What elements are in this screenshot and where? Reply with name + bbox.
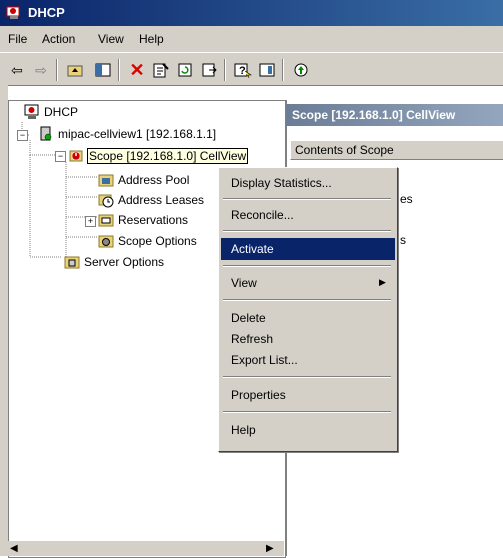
menu-separator <box>223 230 391 232</box>
toolbar-separator <box>282 59 284 81</box>
menu-help[interactable]: Help <box>139 32 164 46</box>
scope-options-icon <box>98 233 114 249</box>
tree-label: Address Pool <box>118 173 190 187</box>
collapse-icon[interactable]: − <box>55 151 66 162</box>
svg-text:?: ? <box>239 65 246 77</box>
list-item[interactable]: es <box>400 192 413 206</box>
title-bar: DHCP <box>0 0 503 26</box>
scroll-left-icon[interactable]: ◀ <box>10 543 18 554</box>
toolbar: ⇦ ⇨ ✕ ? <box>0 52 503 86</box>
menu-item-refresh[interactable]: Refresh <box>221 328 395 350</box>
refresh-icon[interactable] <box>174 60 196 80</box>
column-header[interactable]: Contents of Scope <box>290 140 503 160</box>
menu-item-help[interactable]: Help <box>221 419 395 441</box>
dhcp-icon <box>24 104 40 120</box>
tree-item-address-pool[interactable]: Address Pool <box>98 172 189 188</box>
tree-item-scope-options[interactable]: Scope Options <box>98 233 197 249</box>
tree-item-reservations[interactable]: Reservations <box>98 212 188 228</box>
submenu-arrow-icon: ▶ <box>379 277 386 287</box>
menu-separator <box>223 265 391 267</box>
menu-item-display-statistics[interactable]: Display Statistics... <box>221 172 395 194</box>
tree-label: Scope Options <box>118 234 197 248</box>
list-item[interactable]: s <box>400 233 406 247</box>
address-leases-icon <box>98 192 114 208</box>
menu-separator <box>223 376 391 378</box>
expand-icon[interactable]: + <box>85 216 96 227</box>
tree-label: Scope [192.168.1.0] CellView <box>86 148 249 164</box>
export-icon[interactable] <box>198 60 220 80</box>
tree-label: mipac-cellview1 [192.168.1.1] <box>58 127 217 141</box>
activate-icon[interactable] <box>290 60 312 80</box>
tree-horizontal-scrollbar[interactable]: ◀ ▶ <box>8 541 284 556</box>
reservations-icon <box>98 212 114 228</box>
server-options-icon <box>64 254 80 270</box>
tree-label: Reservations <box>118 213 189 227</box>
details-header-title: Scope [192.168.1.0] CellView <box>292 108 456 122</box>
tree-item-address-leases[interactable]: Address Leases <box>98 192 204 208</box>
menu-item-delete[interactable]: Delete <box>221 307 395 329</box>
menu-item-activate[interactable]: Activate <box>221 238 395 260</box>
console-icon[interactable] <box>256 60 278 80</box>
delete-icon[interactable]: ✕ <box>126 60 148 80</box>
tree-item-scope[interactable]: Scope [192.168.1.0] CellView <box>68 148 249 164</box>
collapse-icon[interactable]: − <box>17 130 28 141</box>
menu-item-properties[interactable]: Properties <box>221 384 395 406</box>
forward-icon[interactable]: ⇨ <box>30 60 52 80</box>
details-header: Scope [192.168.1.0] CellView <box>286 104 503 126</box>
toolbar-separator <box>224 59 226 81</box>
menu-file[interactable]: File <box>8 32 27 46</box>
menu-view[interactable]: View <box>98 32 124 46</box>
scroll-right-icon[interactable]: ▶ <box>266 543 274 554</box>
window-edge <box>0 84 8 556</box>
show-hide-tree-icon[interactable] <box>92 60 114 80</box>
up-icon[interactable] <box>64 60 86 80</box>
server-icon <box>38 126 54 142</box>
menu-separator <box>223 299 391 301</box>
toolbar-separator <box>118 59 120 81</box>
tree-label: DHCP <box>44 105 79 119</box>
toolbar-separator <box>56 59 58 81</box>
properties-icon[interactable] <box>150 60 172 80</box>
column-header-label: Contents of Scope <box>295 143 394 157</box>
back-icon[interactable]: ⇦ <box>6 60 28 80</box>
tree-label: Address Leases <box>118 193 205 207</box>
menu-item-reconcile[interactable]: Reconcile... <box>221 204 395 226</box>
dhcp-app-icon <box>6 4 22 20</box>
menu-item-view[interactable]: View ▶ <box>221 272 395 294</box>
help-icon[interactable]: ? <box>232 60 254 80</box>
tree-label: Server Options <box>84 255 165 269</box>
tree-item-server[interactable]: mipac-cellview1 [192.168.1.1] <box>38 126 216 142</box>
menu-bar: File Action View Help <box>0 26 503 52</box>
menu-item-export-list[interactable]: Export List... <box>221 349 395 371</box>
tree-item-server-options[interactable]: Server Options <box>64 254 164 270</box>
menu-separator <box>223 411 391 413</box>
menu-separator <box>223 198 391 200</box>
window-title: DHCP <box>28 5 65 20</box>
context-menu: Display Statistics... Reconcile... Activ… <box>218 167 398 452</box>
scope-icon <box>68 148 84 164</box>
tree-item-dhcp[interactable]: DHCP <box>24 104 78 120</box>
address-pool-icon <box>98 172 114 188</box>
menu-action[interactable]: Action <box>42 32 75 46</box>
